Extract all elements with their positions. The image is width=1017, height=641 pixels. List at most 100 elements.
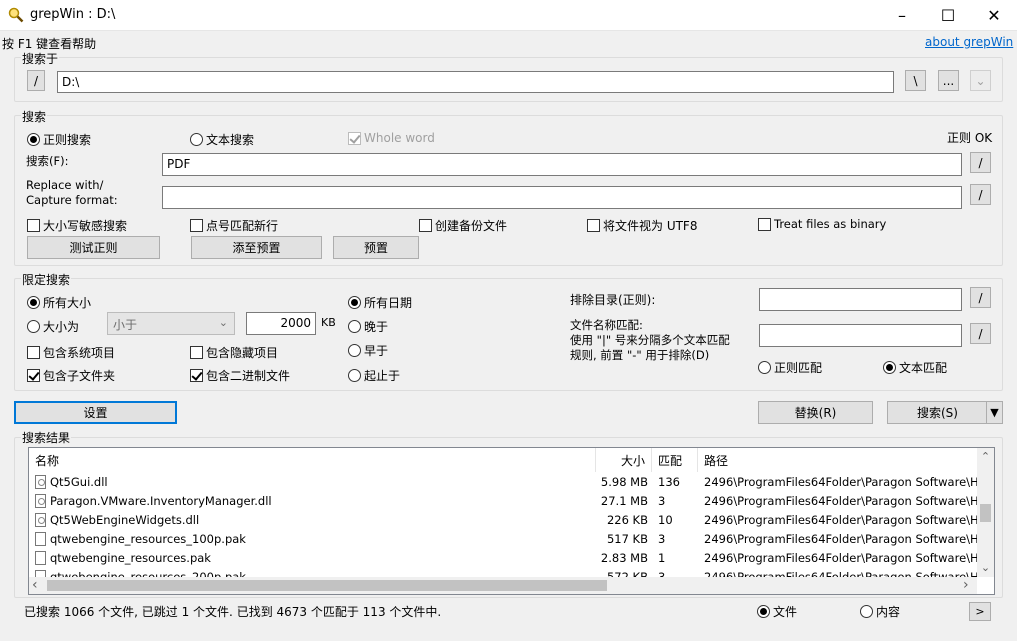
vertical-scrollbar[interactable]: ⌃ ⌄: [977, 448, 994, 577]
dll-file-icon: [35, 475, 46, 489]
include-hidden-checkbox[interactable]: 包含隐藏项目: [190, 344, 278, 361]
replace-input[interactable]: [162, 186, 962, 209]
chevron-down-icon: ⌄: [218, 316, 228, 329]
replace-label-line2: Capture format:: [26, 193, 118, 207]
settings-button[interactable]: 设置: [14, 401, 177, 424]
backslash-button[interactable]: \: [905, 70, 926, 91]
all-dates-label: 所有日期: [364, 296, 413, 310]
path-history-dropdown[interactable]: ⌄: [970, 70, 991, 91]
about-link[interactable]: about grepWin: [925, 35, 1013, 49]
radio-icon: [348, 344, 361, 357]
cell-path: 2496\ProgramFiles64Folder\Paragon Softwa…: [704, 530, 977, 549]
checkbox-icon: [758, 217, 771, 231]
utf8-checkbox[interactable]: 将文件视为 UTF8: [587, 217, 697, 234]
replace-label-line1: Replace with/: [26, 178, 104, 192]
table-row[interactable]: Paragon.VMware.InventoryManager.dll 27.1 …: [29, 492, 977, 511]
size-is-radio[interactable]: 大小为: [27, 318, 79, 335]
cell-matches-text: 1: [658, 551, 666, 565]
replace-label: Replace with/ Capture format:: [26, 178, 118, 208]
minimize-button[interactable]: –: [879, 0, 925, 31]
all-dates-radio[interactable]: 所有日期: [348, 294, 412, 311]
filename-text-radio[interactable]: 文本匹配: [883, 359, 947, 376]
filename-regex-radio[interactable]: 正则匹配: [758, 359, 822, 376]
maximize-button[interactable]: ☐: [925, 0, 971, 31]
scroll-left-icon[interactable]: ‹: [32, 577, 44, 594]
preset-button[interactable]: 预置: [333, 236, 419, 259]
window-title: grepWin : D:\: [30, 7, 116, 22]
filename-match-input[interactable]: [759, 324, 962, 347]
search-in-label: 搜索于: [21, 50, 60, 67]
radio-selected-icon: [27, 296, 40, 309]
scroll-up-icon[interactable]: ⌃: [977, 450, 994, 466]
column-header-path[interactable]: 路径: [698, 448, 981, 472]
regex-search-label: 正则搜索: [43, 133, 92, 147]
close-button[interactable]: ✕: [971, 0, 1017, 31]
filename-regex-button[interactable]: /: [970, 323, 991, 344]
cell-size-text: 5.98 MB: [600, 475, 648, 489]
replace-regex-button[interactable]: /: [970, 184, 991, 205]
cell-size: 226 KB: [596, 511, 648, 530]
cell-name-text: Paragon.VMware.InventoryManager.dll: [50, 494, 272, 508]
more-button[interactable]: >: [969, 602, 991, 621]
dll-file-icon: [35, 494, 46, 508]
dot-newline-checkbox[interactable]: 点号匹配新行: [190, 217, 278, 234]
newer-than-radio[interactable]: 晚于: [348, 318, 388, 335]
cell-name-text: Qt5WebEngineWidgets.dll: [50, 513, 200, 527]
search-button[interactable]: 搜索(S) ▼: [887, 401, 1003, 424]
search-input[interactable]: PDF: [162, 153, 962, 176]
utf8-label: 将文件视为 UTF8: [603, 219, 698, 233]
path-regex-button[interactable]: /: [27, 70, 45, 91]
add-preset-button[interactable]: 添至预置: [191, 236, 322, 259]
replace-button[interactable]: 替换(R): [758, 401, 873, 424]
size-compare-select[interactable]: 小于 ⌄: [107, 312, 235, 335]
checkbox-checked-icon: [27, 369, 40, 382]
older-than-radio[interactable]: 早于: [348, 342, 388, 359]
table-row[interactable]: Qt5WebEngineWidgets.dll 226 KB 10 2496\Prog…: [29, 511, 977, 530]
results-list[interactable]: 名称 大小 匹配 路径 Qt5Gui.dll 5.98 MB 136 2496\Pro…: [28, 447, 995, 595]
case-sensitive-checkbox[interactable]: 大小写敏感搜索: [27, 217, 127, 234]
checkbox-icon: [190, 346, 203, 359]
binary-checkbox[interactable]: Treat files as binary: [758, 217, 886, 231]
horizontal-scroll-thumb[interactable]: [47, 580, 607, 591]
checkbox-icon: [27, 346, 40, 359]
scroll-right-icon[interactable]: ›: [963, 577, 975, 594]
between-dates-radio[interactable]: 起止于: [348, 367, 400, 384]
browse-button[interactable]: ...: [938, 70, 959, 91]
all-sizes-label: 所有大小: [43, 296, 92, 310]
all-sizes-radio[interactable]: 所有大小: [27, 294, 91, 311]
exclude-dirs-regex-button[interactable]: /: [970, 287, 991, 308]
include-binaries-checkbox[interactable]: 包含二进制文件: [190, 367, 290, 384]
cell-matches-text: 3: [658, 494, 666, 508]
test-regex-button[interactable]: 测试正则: [27, 236, 160, 259]
cell-matches: 136: [658, 473, 698, 492]
whole-word-checkbox[interactable]: Whole word: [348, 131, 435, 145]
include-system-checkbox[interactable]: 包含系统项目: [27, 344, 115, 361]
regex-search-radio[interactable]: 正则搜索: [27, 131, 91, 148]
column-header-matches[interactable]: 匹配: [652, 448, 698, 472]
filename-text-label: 文本匹配: [899, 361, 948, 375]
include-subfolders-checkbox[interactable]: 包含子文件夹: [27, 367, 115, 384]
column-header-name[interactable]: 名称: [29, 448, 596, 472]
backup-checkbox[interactable]: 创建备份文件: [419, 217, 507, 234]
dll-file-icon: [35, 513, 46, 527]
search-regex-button[interactable]: /: [970, 152, 991, 173]
table-row[interactable]: qtwebengine_resources.pak 2.83 MB 1 2496\Pr…: [29, 549, 977, 568]
show-files-radio[interactable]: 文件: [757, 603, 797, 620]
search-split-arrow-icon[interactable]: ▼: [986, 402, 1002, 423]
exclude-dirs-input[interactable]: [759, 288, 962, 311]
cell-matches: 1: [658, 549, 698, 568]
results-rows: Qt5Gui.dll 5.98 MB 136 2496\ProgramFiles64F…: [29, 473, 977, 579]
search-path-input[interactable]: D:\: [57, 71, 894, 93]
size-value-input[interactable]: 2000: [246, 312, 316, 335]
table-row[interactable]: Qt5Gui.dll 5.98 MB 136 2496\ProgramFiles64F…: [29, 473, 977, 492]
show-content-radio[interactable]: 内容: [860, 603, 900, 620]
table-row[interactable]: qtwebengine_resources_100p.pak 517 KB 3 249…: [29, 530, 977, 549]
scroll-down-icon[interactable]: ⌄: [977, 561, 994, 577]
text-search-radio[interactable]: 文本搜索: [190, 131, 254, 148]
cell-matches: 3: [658, 492, 698, 511]
column-header-size[interactable]: 大小: [596, 448, 652, 472]
vertical-scroll-thumb[interactable]: [980, 504, 991, 522]
filename-regex-label: 正则匹配: [774, 361, 823, 375]
radio-icon: [348, 369, 361, 382]
horizontal-scrollbar[interactable]: ‹ ›: [29, 577, 977, 594]
